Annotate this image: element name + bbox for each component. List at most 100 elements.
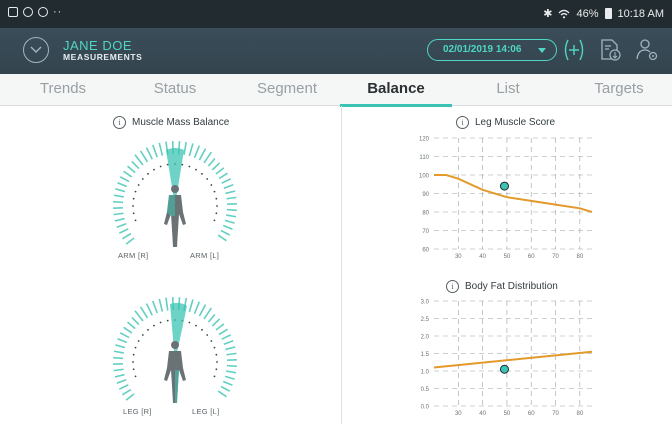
gauge-dot	[134, 219, 137, 222]
link-icon	[38, 7, 48, 17]
x-tick-label: 80	[577, 411, 584, 417]
gauge-tick	[139, 150, 149, 163]
gauge-tick	[207, 157, 216, 167]
user-name: JANE DOE	[63, 38, 133, 53]
x-tick-label: 50	[504, 254, 511, 260]
tab-trends[interactable]: Trends	[7, 74, 119, 106]
gauge-tick	[158, 298, 164, 312]
gauge-dot	[132, 368, 135, 371]
arm-left-label: ARM [L]	[190, 251, 220, 260]
info-icon[interactable]: i	[446, 280, 459, 293]
gauge-dot	[137, 184, 140, 186]
gauge-dot	[210, 184, 213, 186]
panel-divider	[341, 106, 342, 424]
gauge-dot	[137, 340, 140, 342]
reference-curve	[434, 174, 593, 213]
leg-muscle-score-chart: 60 70 80 90 100 110 120 30 40 50 60 70 80	[419, 137, 593, 260]
y-tick-label: 90	[422, 192, 429, 198]
gauge-tick	[145, 147, 153, 160]
add-measurement-icon[interactable]	[561, 37, 587, 63]
gauge-dot	[141, 334, 144, 336]
gauge-dot	[195, 324, 197, 327]
tab-balance[interactable]: Balance	[340, 74, 452, 107]
y-tick-label: 2.5	[421, 317, 430, 323]
wifi-icon	[559, 9, 570, 18]
leg-muscle-score-title: i Leg Muscle Score	[456, 116, 555, 129]
date-value: 02/01/2019 14:06	[443, 44, 522, 55]
gauge-tick	[125, 237, 135, 245]
muscle-balance-title-text: Muscle Mass Balance	[132, 117, 230, 128]
gauge-tick	[123, 170, 133, 178]
y-tick-label: 70	[422, 229, 429, 235]
y-tick-label: 80	[422, 211, 429, 217]
gauge-dot	[213, 219, 216, 222]
gauge-tick	[188, 299, 194, 313]
gauge-dot	[153, 168, 155, 171]
gauge-tick	[217, 234, 227, 242]
leg-muscle-score-title-text: Leg Muscle Score	[475, 117, 556, 128]
y-tick-label: 0.0	[421, 405, 430, 411]
gauge-dot	[213, 346, 216, 349]
info-icon[interactable]: i	[113, 116, 126, 129]
gauge-tick	[211, 162, 221, 171]
tab-targets[interactable]: Targets	[563, 74, 672, 106]
gauge-dot	[215, 353, 218, 356]
gauge-dot	[159, 165, 162, 168]
gauge-tick	[158, 142, 164, 156]
gauge-tick	[207, 313, 216, 323]
gauge-tick	[221, 178, 232, 184]
info-icon[interactable]: i	[456, 116, 469, 129]
gauge-tick	[139, 306, 149, 319]
gauge-tick	[218, 172, 229, 180]
gauge-tick	[114, 373, 125, 378]
gauge-tick	[225, 346, 236, 351]
export-report-icon[interactable]	[597, 37, 623, 63]
gauge-dot	[210, 340, 213, 342]
gauge-tick	[224, 219, 235, 224]
body-fat-distribution-chart: 0.0 0.5 1.0 1.5 2.0 2.5 3.0 30 40 50 60 70 80	[421, 300, 593, 417]
leg-balance-gauge	[113, 297, 237, 403]
tab-status[interactable]: Status	[119, 74, 231, 106]
x-tick-label: 30	[455, 411, 462, 417]
gauge-tick	[113, 356, 124, 360]
gauge-tick	[226, 208, 237, 212]
gauge-dot	[215, 197, 218, 200]
clock: 10:18 AM	[617, 7, 664, 20]
section-title: MEASUREMENTS	[63, 52, 143, 62]
gauge-tick	[198, 148, 207, 161]
gauge-tick	[217, 390, 227, 398]
tab-list[interactable]: List	[452, 74, 564, 106]
date-selector[interactable]: 02/01/2019 14:06	[427, 39, 557, 61]
gauge-dot	[216, 205, 218, 207]
x-tick-label: 30	[455, 254, 462, 260]
gauge-tick	[193, 301, 201, 315]
x-tick-label: 40	[479, 411, 486, 417]
gauge-tick	[145, 303, 153, 316]
gauge-tick	[222, 380, 233, 386]
gauge-dot	[188, 165, 191, 168]
y-tick-label: 60	[422, 248, 429, 254]
gauge-tick	[193, 145, 201, 159]
gauge-dot	[159, 321, 162, 324]
gauge-dot	[134, 190, 137, 193]
x-tick-label: 60	[528, 254, 535, 260]
gauge-tick	[119, 332, 130, 339]
gauge-tick	[134, 154, 144, 166]
leg-left-label: LEG [L]	[192, 407, 220, 416]
gauge-tick	[226, 364, 237, 368]
body-fat-distribution-title-text: Body Fat Distribution	[465, 281, 558, 292]
reference-curve	[433, 350, 593, 369]
gauge-tick	[116, 223, 127, 228]
x-tick-label: 60	[528, 411, 535, 417]
user-settings-icon[interactable]	[634, 37, 660, 63]
gauge-tick	[220, 385, 231, 392]
tab-segment[interactable]: Segment	[231, 74, 343, 106]
gauge-tick	[152, 144, 158, 158]
gauge-dot	[215, 368, 218, 371]
data-point	[499, 181, 509, 191]
back-button[interactable]	[23, 37, 49, 63]
gauge-tick	[221, 334, 232, 340]
gauge-tick	[126, 321, 136, 330]
gauge-tick	[116, 379, 127, 384]
app-header: JANE DOE MEASUREMENTS 02/01/2019 14:06	[0, 28, 672, 74]
